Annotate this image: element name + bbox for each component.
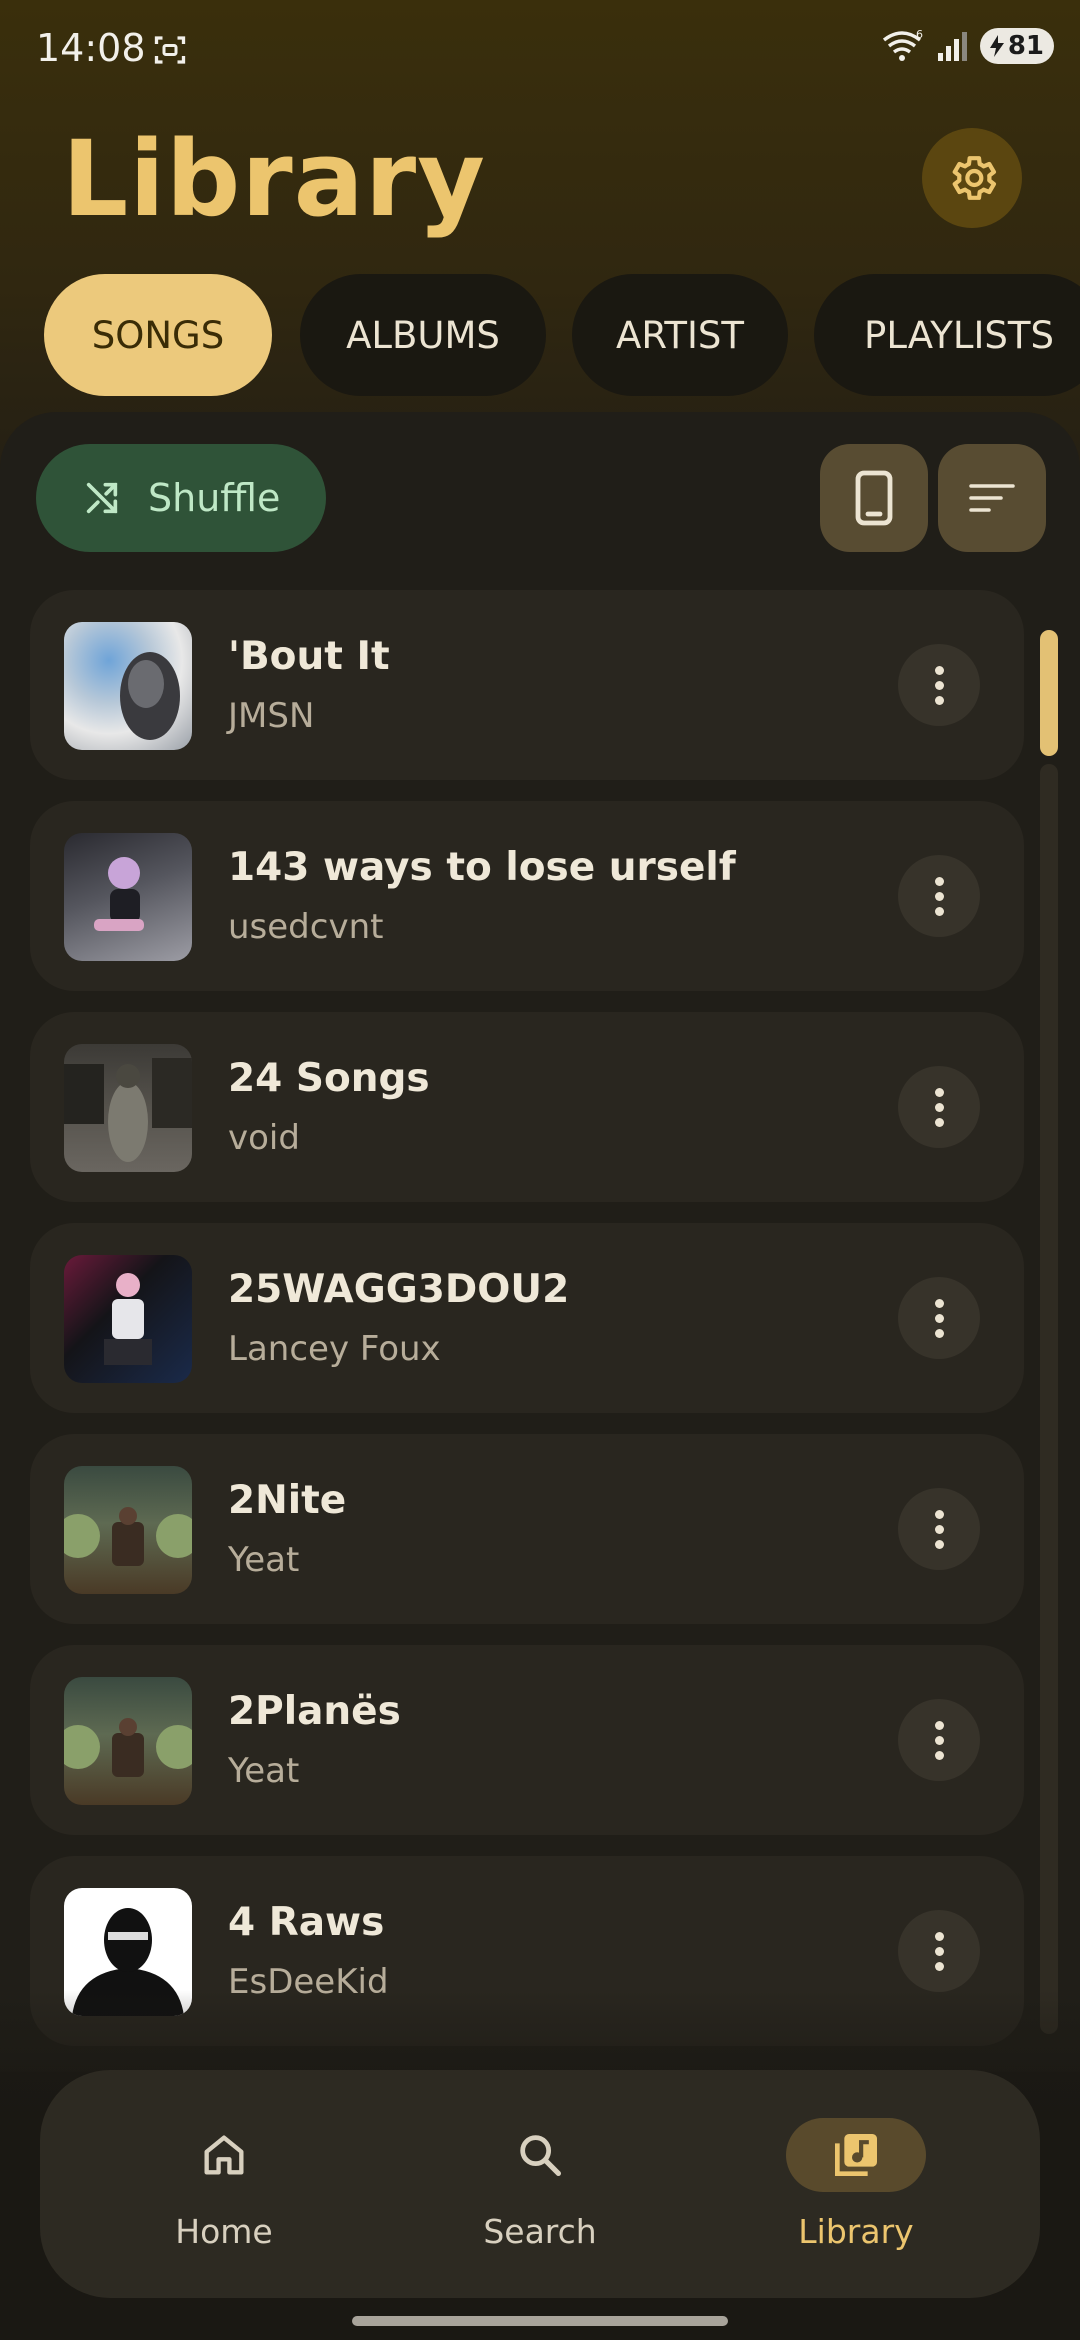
- tab-playlists[interactable]: PLAYLISTS: [814, 274, 1080, 396]
- more-options-button[interactable]: [898, 1910, 980, 1992]
- home-icon: [204, 2135, 244, 2175]
- song-row[interactable]: 24 Songs void: [30, 1012, 1024, 1202]
- device-source-button[interactable]: [820, 444, 928, 552]
- song-title: 2Planës: [228, 1689, 401, 1734]
- song-row[interactable]: 2Planës Yeat: [30, 1645, 1024, 1835]
- phone-icon: [855, 470, 893, 526]
- song-title: 25WAGG3DOU2: [228, 1267, 570, 1312]
- album-art: [64, 833, 192, 961]
- more-vert-icon: [934, 1087, 944, 1127]
- nav-library-label: Library: [798, 2212, 914, 2251]
- more-vert-icon: [934, 1931, 944, 1971]
- more-options-button[interactable]: [898, 1699, 980, 1781]
- song-title: 4 Raws: [228, 1900, 385, 1945]
- album-art: [64, 622, 192, 750]
- album-art: [64, 1677, 192, 1805]
- page-title: Library: [62, 118, 486, 240]
- library-music-icon: [835, 2134, 877, 2176]
- scrollbar-track[interactable]: [1040, 764, 1058, 2034]
- status-bar: 14:08 6 81: [0, 0, 1080, 100]
- gear-icon: [952, 156, 997, 200]
- album-art: [64, 1255, 192, 1383]
- song-artist: Yeat: [228, 1540, 300, 1580]
- library-tabs: SONGS ALBUMS ARTIST PLAYLISTS: [44, 274, 1080, 396]
- status-icons: 6 81: [880, 28, 1054, 64]
- shuffle-icon: [86, 482, 118, 514]
- battery-indicator: 81: [979, 28, 1054, 64]
- nav-search[interactable]: Search: [410, 2070, 670, 2298]
- song-artist: usedcvnt: [228, 907, 384, 947]
- nav-search-label: Search: [483, 2212, 597, 2251]
- song-artist: JMSN: [228, 696, 315, 736]
- sort-button[interactable]: [938, 444, 1046, 552]
- song-artist: Yeat: [228, 1751, 300, 1791]
- screenshot-icon: [154, 36, 186, 64]
- song-row[interactable]: 2Nite Yeat: [30, 1434, 1024, 1624]
- nav-library[interactable]: Library: [726, 2070, 986, 2298]
- battery-level: 81: [1007, 31, 1044, 61]
- more-vert-icon: [934, 665, 944, 705]
- album-art: [64, 1044, 192, 1172]
- song-title: 143 ways to lose urself: [228, 845, 736, 890]
- shuffle-button[interactable]: Shuffle: [36, 444, 326, 552]
- bottom-navigation: Home Search Library: [40, 2070, 1040, 2298]
- battery-charging-icon: [989, 35, 1004, 57]
- more-options-button[interactable]: [898, 1066, 980, 1148]
- signal-icon: [937, 32, 967, 61]
- more-options-button[interactable]: [898, 855, 980, 937]
- more-vert-icon: [934, 876, 944, 916]
- settings-button[interactable]: [922, 128, 1022, 228]
- song-row[interactable]: 'Bout It JMSN: [30, 590, 1024, 780]
- tab-songs[interactable]: SONGS: [44, 274, 272, 396]
- wifi-icon: 6: [882, 28, 923, 61]
- song-title: 24 Songs: [228, 1056, 430, 1101]
- more-options-button[interactable]: [898, 644, 980, 726]
- more-options-button[interactable]: [898, 1488, 980, 1570]
- song-row[interactable]: 143 ways to lose urself usedcvnt: [30, 801, 1024, 991]
- song-row[interactable]: 25WAGG3DOU2 Lancey Foux: [30, 1223, 1024, 1413]
- scrollbar-thumb[interactable]: [1040, 630, 1058, 756]
- search-icon: [520, 2135, 562, 2177]
- nav-home[interactable]: Home: [94, 2070, 354, 2298]
- nav-home-label: Home: [175, 2212, 273, 2251]
- song-title: 2Nite: [228, 1478, 347, 1523]
- song-title: 'Bout It: [228, 634, 390, 679]
- more-vert-icon: [934, 1509, 944, 1549]
- nav-home-icon-wrap: [154, 2118, 294, 2192]
- more-vert-icon: [934, 1720, 944, 1760]
- tab-albums[interactable]: ALBUMS: [300, 274, 546, 396]
- status-time: 14:08: [36, 26, 146, 70]
- shuffle-label: Shuffle: [148, 476, 281, 520]
- nav-search-icon-wrap: [470, 2118, 610, 2192]
- nav-library-icon-wrap: [786, 2118, 926, 2192]
- wifi-badge: 6: [916, 28, 923, 41]
- song-artist: void: [228, 1118, 300, 1158]
- home-indicator[interactable]: [352, 2316, 728, 2326]
- more-options-button[interactable]: [898, 1277, 980, 1359]
- more-vert-icon: [934, 1298, 944, 1338]
- sort-icon: [969, 484, 1015, 512]
- album-art: [64, 1466, 192, 1594]
- song-artist: Lancey Foux: [228, 1329, 441, 1369]
- tab-artist[interactable]: ARTIST: [572, 274, 788, 396]
